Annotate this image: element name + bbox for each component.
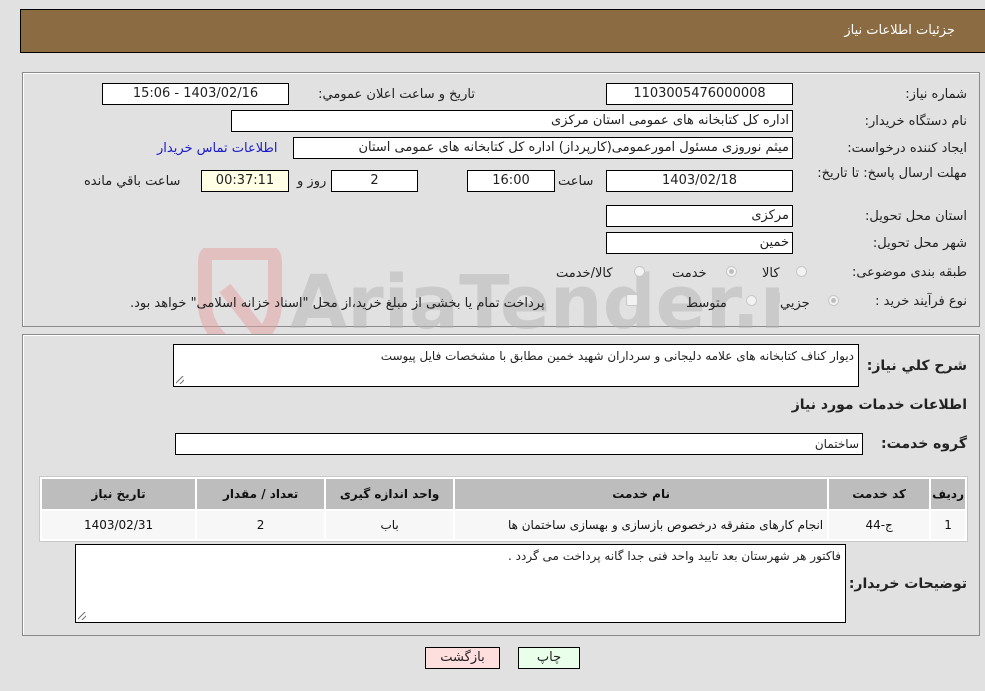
col-need-date: تاریخ نیاز [42, 479, 196, 509]
table-header-row: ردیف کد خدمت نام خدمت واحد اندازه گیری ت… [42, 479, 965, 509]
category-label: طبقه بندی موضوعی: [851, 265, 967, 280]
remaining-label: ساعت باقي مانده [84, 174, 181, 189]
buyer-contact-link[interactable]: اطلاعات تماس خریدار [157, 141, 277, 156]
col-quantity: تعداد / مقدار [197, 479, 325, 509]
announce-datetime-label: تاریخ و ساعت اعلان عمومي: [318, 87, 475, 102]
buyer-org-field[interactable]: اداره کل کتابخانه های عمومی استان مرکزی [231, 110, 793, 132]
cell-row-number: 1 [931, 511, 965, 539]
print-button[interactable]: چاپ [518, 647, 580, 669]
buyer-notes-textarea[interactable]: فاکتور هر شهرستان بعد تایید واحد فنی جدا… [75, 544, 846, 623]
back-button[interactable]: بازگشت [425, 647, 500, 669]
buyer-org-label: نام دستگاه خریدار: [864, 114, 967, 129]
deadline-time-field[interactable]: 16:00 [467, 170, 555, 192]
process-minor-label: جزیي [780, 296, 810, 311]
need-number-label: شماره نیاز: [905, 87, 967, 102]
process-minor-radio[interactable] [828, 295, 839, 306]
cell-unit: باب [326, 511, 454, 539]
cell-quantity: 2 [197, 511, 325, 539]
col-unit: واحد اندازه گیری [326, 479, 454, 509]
services-table: ردیف کد خدمت نام خدمت واحد اندازه گیری ت… [39, 476, 968, 542]
page-title: جزئیات اطلاعات نیاز [844, 23, 955, 38]
category-service-label: خدمت [672, 266, 707, 281]
col-service-name: نام خدمت [455, 479, 828, 509]
col-row-number: ردیف [931, 479, 965, 509]
col-service-code: کد خدمت [829, 479, 930, 509]
resize-grip-icon[interactable] [78, 612, 86, 620]
process-medium-radio[interactable] [746, 295, 757, 306]
deadline-date-field[interactable]: 1403/02/18 [606, 170, 793, 192]
category-goods-service-label: کالا/خدمت [556, 266, 613, 281]
buyer-notes-label: توضیحات خریدار: [848, 576, 967, 592]
remaining-time-field[interactable]: 00:37:11 [201, 170, 289, 192]
category-goods-service-radio[interactable] [634, 266, 645, 277]
delivery-city-label: شهر محل تحویل: [872, 236, 967, 251]
cell-need-date: 1403/02/31 [42, 511, 196, 539]
buyer-notes-text: فاکتور هر شهرستان بعد تایید واحد فنی جدا… [508, 549, 841, 563]
service-group-field[interactable]: ساختمان [175, 433, 863, 455]
service-group-label: گروه خدمت: [881, 436, 967, 452]
category-service-radio[interactable] [726, 266, 737, 277]
treasury-payment-checkbox[interactable] [626, 294, 638, 306]
cell-service-code: ج-44 [829, 511, 930, 539]
category-goods-radio[interactable] [796, 266, 807, 277]
delivery-city-field[interactable]: خمین [606, 232, 793, 254]
need-description-text: دیوار کناف کتابخانه های علامه دلیجانی و … [380, 349, 854, 363]
services-section-title: اطلاعات خدمات مورد نياز [791, 397, 967, 413]
cell-service-name: انجام کارهای متفرقه درخصوص بازسازی و بهس… [455, 511, 828, 539]
category-goods-label: کالا [762, 266, 780, 281]
table-row: 1 ج-44 انجام کارهای متفرقه درخصوص بازساز… [42, 511, 965, 539]
requester-label: ایجاد کننده درخواست: [847, 141, 967, 156]
days-label: روز و [297, 174, 327, 189]
resize-grip-icon[interactable] [176, 376, 184, 384]
need-description-label: شرح کلي نياز: [866, 358, 967, 374]
delivery-province-label: استان محل تحویل: [865, 209, 967, 224]
treasury-payment-label: پرداخت تمام یا بخشی از مبلغ خرید،از محل … [130, 296, 545, 311]
need-description-textarea[interactable]: دیوار کناف کتابخانه های علامه دلیجانی و … [173, 344, 859, 387]
announce-datetime-field[interactable]: 1403/02/16 - 15:06 [102, 83, 289, 105]
delivery-province-field[interactable]: مرکزی [606, 205, 793, 227]
page-header: جزئیات اطلاعات نیاز [20, 9, 985, 53]
deadline-label: مهلت ارسال پاسخ: تا تاریخ: [817, 166, 967, 181]
need-number-field[interactable]: 1103005476000008 [606, 83, 793, 105]
process-medium-label: متوسط [686, 296, 727, 311]
days-remaining-field[interactable]: 2 [331, 170, 418, 192]
purchase-process-label: نوع فرآیند خرید : [875, 294, 967, 309]
deadline-time-label: ساعت [558, 174, 594, 189]
requester-field[interactable]: میثم نوروزی مسئول امورعمومی(کارپرداز) اد… [293, 137, 793, 159]
